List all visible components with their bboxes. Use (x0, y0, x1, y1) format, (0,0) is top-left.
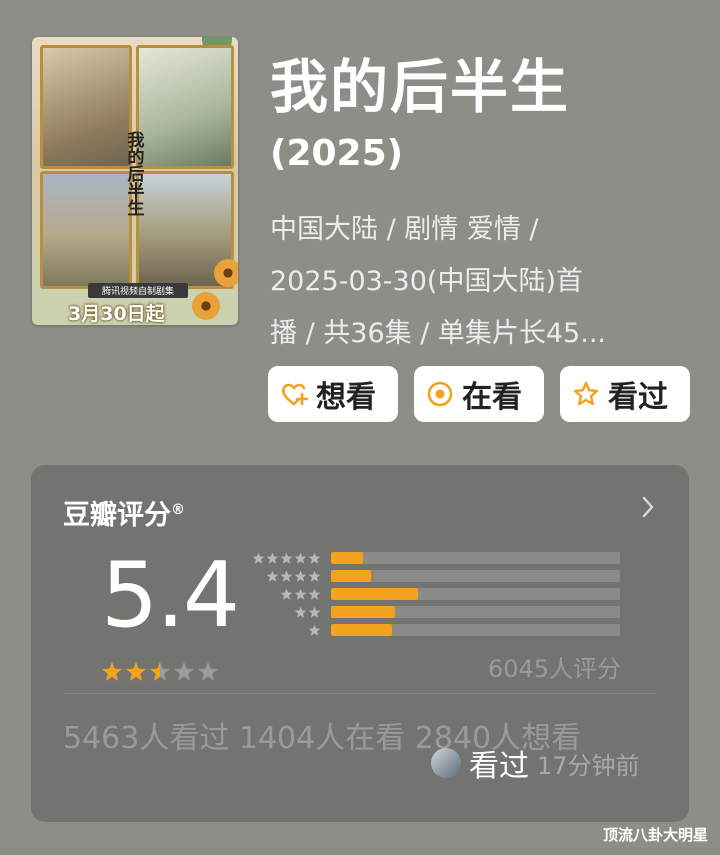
star-small-icon (266, 570, 279, 582)
poster-date: 3月30日起 (68, 303, 165, 325)
star-small-icon (294, 606, 307, 618)
rating-card[interactable]: 豆瓣评分® 5.4 6045人评分 5463人看过 1404人在看 2840人想… (31, 465, 689, 822)
rating-count: 6045人评分 (487, 655, 621, 683)
star-small-icon (294, 570, 307, 582)
rating-bar-fill (331, 570, 372, 582)
meta-line: 中国大陆 / 剧情 爱情 / (270, 214, 539, 245)
watching-label: 在看 (462, 380, 522, 415)
star-level-label (249, 585, 321, 603)
star-empty-icon (198, 662, 218, 681)
star-small-icon (308, 552, 321, 564)
activity-action: 看过 (469, 749, 529, 784)
rating-score: 5.4 (101, 543, 240, 648)
show-year: (2025) (270, 133, 404, 174)
star-filled-icon (102, 662, 122, 681)
heart-plus-icon (278, 378, 310, 410)
star-small-icon (266, 552, 279, 564)
star-small-icon (294, 552, 307, 564)
activity-time: 17分钟前 (537, 751, 640, 780)
want-to-watch-button[interactable]: 想看 (268, 366, 398, 422)
star-small-icon (308, 588, 321, 600)
star-small-icon (280, 552, 293, 564)
rating-bar-fill (331, 624, 392, 636)
star-small-icon (294, 588, 307, 600)
star-small-icon (308, 624, 321, 636)
watched-label: 看过 (608, 380, 668, 415)
watching-button[interactable]: 在看 (414, 366, 544, 422)
star-small-icon (308, 606, 321, 618)
star-small-icon (252, 552, 265, 564)
star-outline-icon (570, 378, 602, 410)
star-level-label (249, 603, 321, 621)
flower-decoration (192, 292, 220, 320)
meta-line: 播 / 共36集 / 单集片长45... (270, 318, 606, 349)
divider (63, 693, 657, 694)
rating-bar-fill (331, 552, 363, 564)
star-level-label (249, 549, 321, 567)
poster-subtitle: 腾讯视频自制剧集 (88, 283, 188, 298)
show-title: 我的后半生 (270, 53, 571, 121)
rating-stars (101, 661, 219, 683)
watermark: 顶流八卦大明星 (602, 826, 708, 844)
chevron-right-icon[interactable] (641, 495, 655, 519)
rating-bar-track (331, 624, 620, 636)
activity-toast: 看过 17分钟前 (431, 741, 640, 785)
rating-bar-track (331, 570, 620, 582)
rating-bar-track (331, 552, 620, 564)
watched-button[interactable]: 看过 (560, 366, 690, 422)
star-small-icon (280, 588, 293, 600)
star-level-label (249, 621, 321, 639)
poster-image[interactable]: 我的后半生 腾讯视频自制剧集 3月30日起 (32, 37, 238, 325)
rating-bar-track (331, 588, 620, 600)
show-meta[interactable]: 中国大陆 / 剧情 爱情 / 2025-03-30(中国大陆)首 播 / 共36… (270, 204, 700, 360)
rating-heading: 豆瓣评分® (63, 500, 185, 531)
want-to-watch-label: 想看 (316, 380, 376, 415)
star-small-icon (308, 570, 321, 582)
star-small-icon (280, 570, 293, 582)
star-empty-icon (174, 662, 194, 681)
rating-bar-track (331, 606, 620, 618)
flower-decoration (214, 259, 238, 287)
rating-bar-fill (331, 606, 395, 618)
poster-title: 我的后半生 (116, 133, 156, 218)
target-circle-icon (424, 378, 456, 410)
star-level-label (249, 567, 321, 585)
poster-title-char: 生 (127, 199, 145, 219)
registered-mark: ® (171, 502, 185, 518)
avatar (431, 748, 461, 778)
star-half-icon (150, 662, 170, 681)
meta-line: 2025-03-30(中国大陆)首 (270, 266, 583, 297)
star-filled-icon (126, 662, 146, 681)
rating-bar-fill (331, 588, 418, 600)
